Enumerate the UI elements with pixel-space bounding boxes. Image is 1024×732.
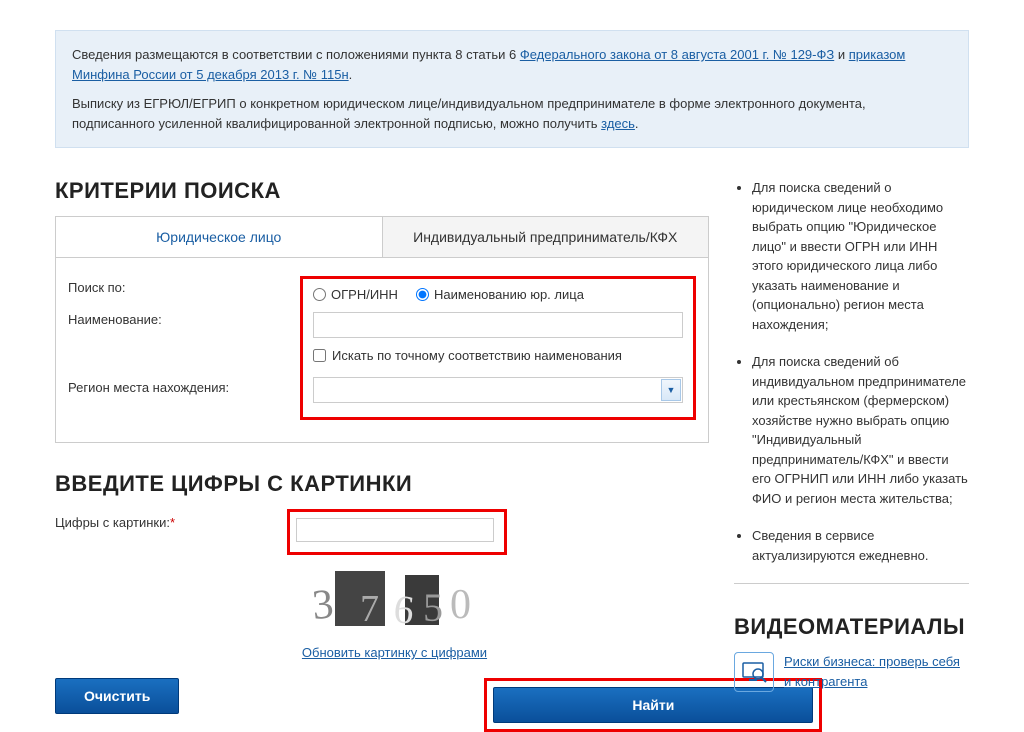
svg-text:3: 3 — [310, 581, 335, 629]
radio-ogrn-inn[interactable]: ОГРН/ИНН — [313, 287, 398, 302]
captcha-heading: ВВЕДИТЕ ЦИФРЫ С КАРТИНКИ — [55, 471, 709, 497]
captcha-input[interactable] — [296, 518, 494, 542]
exact-match-label: Искать по точному соответствию наименова… — [332, 348, 622, 363]
search-form: Поиск по: Наименование: Регион места нах… — [55, 257, 709, 443]
magnifier-monitor-icon — [734, 652, 774, 692]
help-item: Для поиска сведений об индивидуальном пр… — [752, 352, 969, 508]
svg-text:0: 0 — [450, 582, 471, 628]
law-link-1[interactable]: Федерального закона от 8 августа 2001 г.… — [520, 47, 834, 62]
captcha-image: 3 7 6 5 0 — [305, 563, 485, 638]
form-highlight-box: ОГРН/ИНН Наименованию юр. лица Искать по… — [300, 276, 696, 420]
required-mark: * — [170, 515, 175, 530]
info-paragraph-2: Выписку из ЕГРЮЛ/ЕГРИП о конкретном юрид… — [72, 94, 952, 133]
exact-match-checkbox[interactable] — [313, 349, 326, 362]
extract-link[interactable]: здесь — [601, 116, 635, 131]
entity-type-tabs: Юридическое лицо Индивидуальный предприн… — [55, 216, 709, 257]
radio-ogrn-inn-label: ОГРН/ИНН — [331, 287, 398, 302]
svg-text:5: 5 — [423, 585, 443, 630]
info-notice: Сведения размещаются в соответствии с по… — [55, 30, 969, 148]
region-select[interactable]: ▼ — [313, 377, 683, 403]
search-criteria-heading: КРИТЕРИИ ПОИСКА — [55, 178, 709, 204]
captcha-refresh-link[interactable]: Обновить картинку с цифрами — [287, 645, 502, 660]
video-link[interactable]: Риски бизнеса: проверь себя и контрагент… — [784, 652, 969, 691]
help-list: Для поиска сведений о юридическом лице н… — [734, 178, 969, 565]
info-text: Сведения размещаются в соответствии с по… — [72, 47, 520, 62]
radio-by-name-input[interactable] — [416, 288, 429, 301]
radio-ogrn-inn-input[interactable] — [313, 288, 326, 301]
help-item: Для поиска сведений о юридическом лице н… — [752, 178, 969, 334]
captcha-label: Цифры с картинки:* — [55, 509, 287, 530]
svg-text:7: 7 — [360, 588, 379, 630]
tab-legal-entity[interactable]: Юридическое лицо — [56, 217, 382, 257]
info-text: . — [349, 67, 353, 82]
info-paragraph-1: Сведения размещаются в соответствии с по… — [72, 45, 952, 84]
clear-button[interactable]: Очистить — [55, 678, 179, 714]
name-label: Наименование: — [68, 312, 300, 327]
name-input[interactable] — [313, 312, 683, 338]
chevron-down-icon: ▼ — [661, 379, 681, 401]
info-text: . — [635, 116, 639, 131]
divider — [734, 583, 969, 584]
info-text: Выписку из ЕГРЮЛ/ЕГРИП о конкретном юрид… — [72, 96, 866, 131]
info-text: и — [834, 47, 849, 62]
video-heading: ВИДЕОМАТЕРИАЛЫ — [734, 614, 969, 640]
region-label: Регион места нахождения: — [68, 380, 300, 395]
tab-individual-entrepreneur[interactable]: Индивидуальный предприниматель/КФХ — [382, 217, 709, 257]
radio-by-name-label: Наименованию юр. лица — [434, 287, 584, 302]
help-item: Сведения в сервисе актуализируются ежедн… — [752, 526, 969, 565]
captcha-input-highlight — [287, 509, 507, 555]
radio-by-name[interactable]: Наименованию юр. лица — [416, 287, 584, 302]
search-by-label: Поиск по: — [68, 280, 300, 295]
